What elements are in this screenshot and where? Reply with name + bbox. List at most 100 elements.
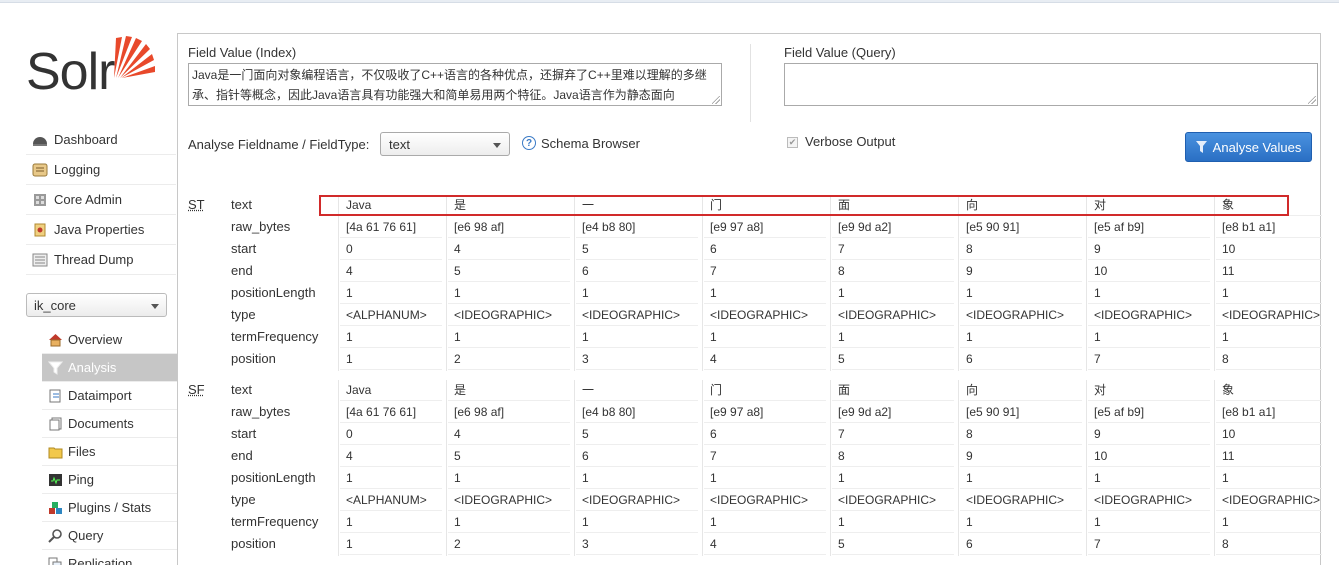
nav-item-label: Java Properties [54, 222, 144, 237]
token-cell-raw_bytes: [e9 97 a8] [704, 401, 826, 423]
token-column-separator [830, 195, 831, 371]
token-cell-type: <IDEOGRAPHIC> [448, 489, 570, 511]
solr-sun-icon [106, 32, 158, 80]
token-cell-type: <IDEOGRAPHIC> [960, 489, 1082, 511]
resize-grip-icon[interactable] [712, 96, 720, 104]
attribute-label: raw_bytes [231, 404, 290, 419]
attribute-label: termFrequency [231, 514, 318, 529]
core-nav-item-label: Analysis [68, 360, 116, 375]
token-column-separator [1214, 195, 1215, 371]
dashboard-icon [32, 133, 48, 147]
token-cell-position: 7 [1088, 533, 1210, 555]
core-selector-value: ik_core [34, 298, 76, 313]
token-cell-end: 7 [704, 445, 826, 467]
nav-item-label: Logging [54, 162, 100, 177]
token-cell-end: 10 [1088, 260, 1210, 282]
token-cell-termfrequency: 1 [960, 326, 1082, 348]
nav-item-java-properties[interactable]: Java Properties [26, 215, 176, 245]
solr-logo[interactable]: Solr [26, 32, 166, 104]
token-cell-termfrequency: 1 [832, 326, 954, 348]
token-cell-start: 5 [576, 423, 698, 445]
resize-grip-icon[interactable] [1308, 96, 1316, 104]
plugins-icon [48, 501, 63, 515]
main-nav: Dashboard Logging Core Admin Java Propertie… [26, 125, 176, 275]
fieldtype-select[interactable]: text [380, 132, 510, 156]
token-cell-position: 6 [960, 533, 1082, 555]
token-cell-position: 5 [832, 348, 954, 370]
token-cell-type: <IDEOGRAPHIC> [1088, 304, 1210, 326]
token-cell-type: <ALPHANUM> [340, 489, 442, 511]
token-cell-start: 10 [1216, 238, 1322, 260]
core-nav-item-files[interactable]: Files [42, 438, 178, 466]
stage-abbr[interactable]: ST [188, 197, 205, 212]
schema-browser-link[interactable]: Schema Browser [541, 136, 640, 151]
token-column-separator [958, 380, 959, 556]
core-nav-item-label: Replication [68, 556, 132, 565]
core-nav-item-query[interactable]: Query [42, 522, 178, 550]
core-nav-item-replication[interactable]: Replication [42, 550, 178, 565]
token-cell-positionlength: 1 [1088, 467, 1210, 489]
token-cell-raw_bytes: [e6 98 af] [448, 216, 570, 238]
nav-item-label: Thread Dump [54, 252, 133, 267]
help-icon[interactable]: ? [522, 136, 536, 150]
nav-item-core-admin[interactable]: Core Admin [26, 185, 176, 215]
core-nav-item-analysis[interactable]: Analysis [42, 354, 178, 382]
core-nav-item-label: Overview [68, 332, 122, 347]
token-cell-raw_bytes: [4a 61 76 61] [340, 216, 442, 238]
attribute-label: start [231, 241, 256, 256]
token-cell-termfrequency: 1 [340, 511, 442, 533]
nav-item-logging[interactable]: Logging [26, 155, 176, 185]
token-cell-end: 9 [960, 260, 1082, 282]
form-divider [750, 44, 751, 122]
token-cell-start: 4 [448, 238, 570, 260]
analyse-values-button[interactable]: Analyse Values [1185, 132, 1312, 162]
core-nav-item-documents[interactable]: Documents [42, 410, 178, 438]
logging-icon [32, 163, 48, 177]
funnel-icon [48, 361, 63, 375]
token-cell-text: 向 [960, 379, 1082, 401]
core-nav-item-plugins-stats[interactable]: Plugins / Stats [42, 494, 178, 522]
core-nav-item-ping[interactable]: Ping [42, 466, 178, 494]
token-cell-termfrequency: 1 [960, 511, 1082, 533]
token-cell-start: 4 [448, 423, 570, 445]
token-cell-raw_bytes: [e5 90 91] [960, 401, 1082, 423]
attribute-label: type [231, 492, 256, 507]
token-cell-start: 0 [340, 423, 442, 445]
highlight-box [319, 195, 1289, 216]
core-selector[interactable]: ik_core [26, 293, 167, 317]
verbose-output-checkbox[interactable]: ✔ [787, 137, 798, 148]
token-cell-raw_bytes: [e5 90 91] [960, 216, 1082, 238]
token-cell-raw_bytes: [e9 97 a8] [704, 216, 826, 238]
token-column-separator [574, 380, 575, 556]
core-nav-item-label: Dataimport [68, 388, 132, 403]
nav-item-thread-dump[interactable]: Thread Dump [26, 245, 176, 275]
token-cell-positionlength: 1 [704, 467, 826, 489]
token-cell-position: 3 [576, 348, 698, 370]
token-cell-text: Java [340, 379, 442, 401]
token-cell-text: 一 [576, 379, 698, 401]
token-cell-end: 11 [1216, 445, 1322, 467]
token-cell-end: 5 [448, 445, 570, 467]
token-cell-start: 6 [704, 423, 826, 445]
token-cell-start: 8 [960, 423, 1082, 445]
token-cell-positionlength: 1 [960, 282, 1082, 304]
query-value-textarea[interactable] [784, 63, 1318, 106]
token-cell-position: 7 [1088, 348, 1210, 370]
attribute-label: position [231, 536, 276, 551]
token-column-separator [1086, 195, 1087, 371]
token-cell-termfrequency: 1 [1216, 511, 1322, 533]
token-cell-type: <IDEOGRAPHIC> [1088, 489, 1210, 511]
index-value-textarea[interactable]: Java是一门面向对象编程语言，不仅吸收了C++语言的各种优点，还摒弃了C++里… [188, 63, 722, 106]
token-cell-position: 1 [340, 533, 442, 555]
token-column-separator [702, 195, 703, 371]
token-column-separator [338, 195, 339, 371]
token-cell-positionlength: 1 [960, 467, 1082, 489]
index-value-label: Field Value (Index) [188, 45, 296, 60]
stage-abbr[interactable]: SF [188, 382, 205, 397]
token-cell-type: <IDEOGRAPHIC> [832, 489, 954, 511]
token-cell-type: <ALPHANUM> [340, 304, 442, 326]
core-nav-item-dataimport[interactable]: Dataimport [42, 382, 178, 410]
nav-item-dashboard[interactable]: Dashboard [26, 125, 176, 155]
token-cell-end: 4 [340, 260, 442, 282]
core-nav-item-overview[interactable]: Overview [42, 326, 178, 354]
